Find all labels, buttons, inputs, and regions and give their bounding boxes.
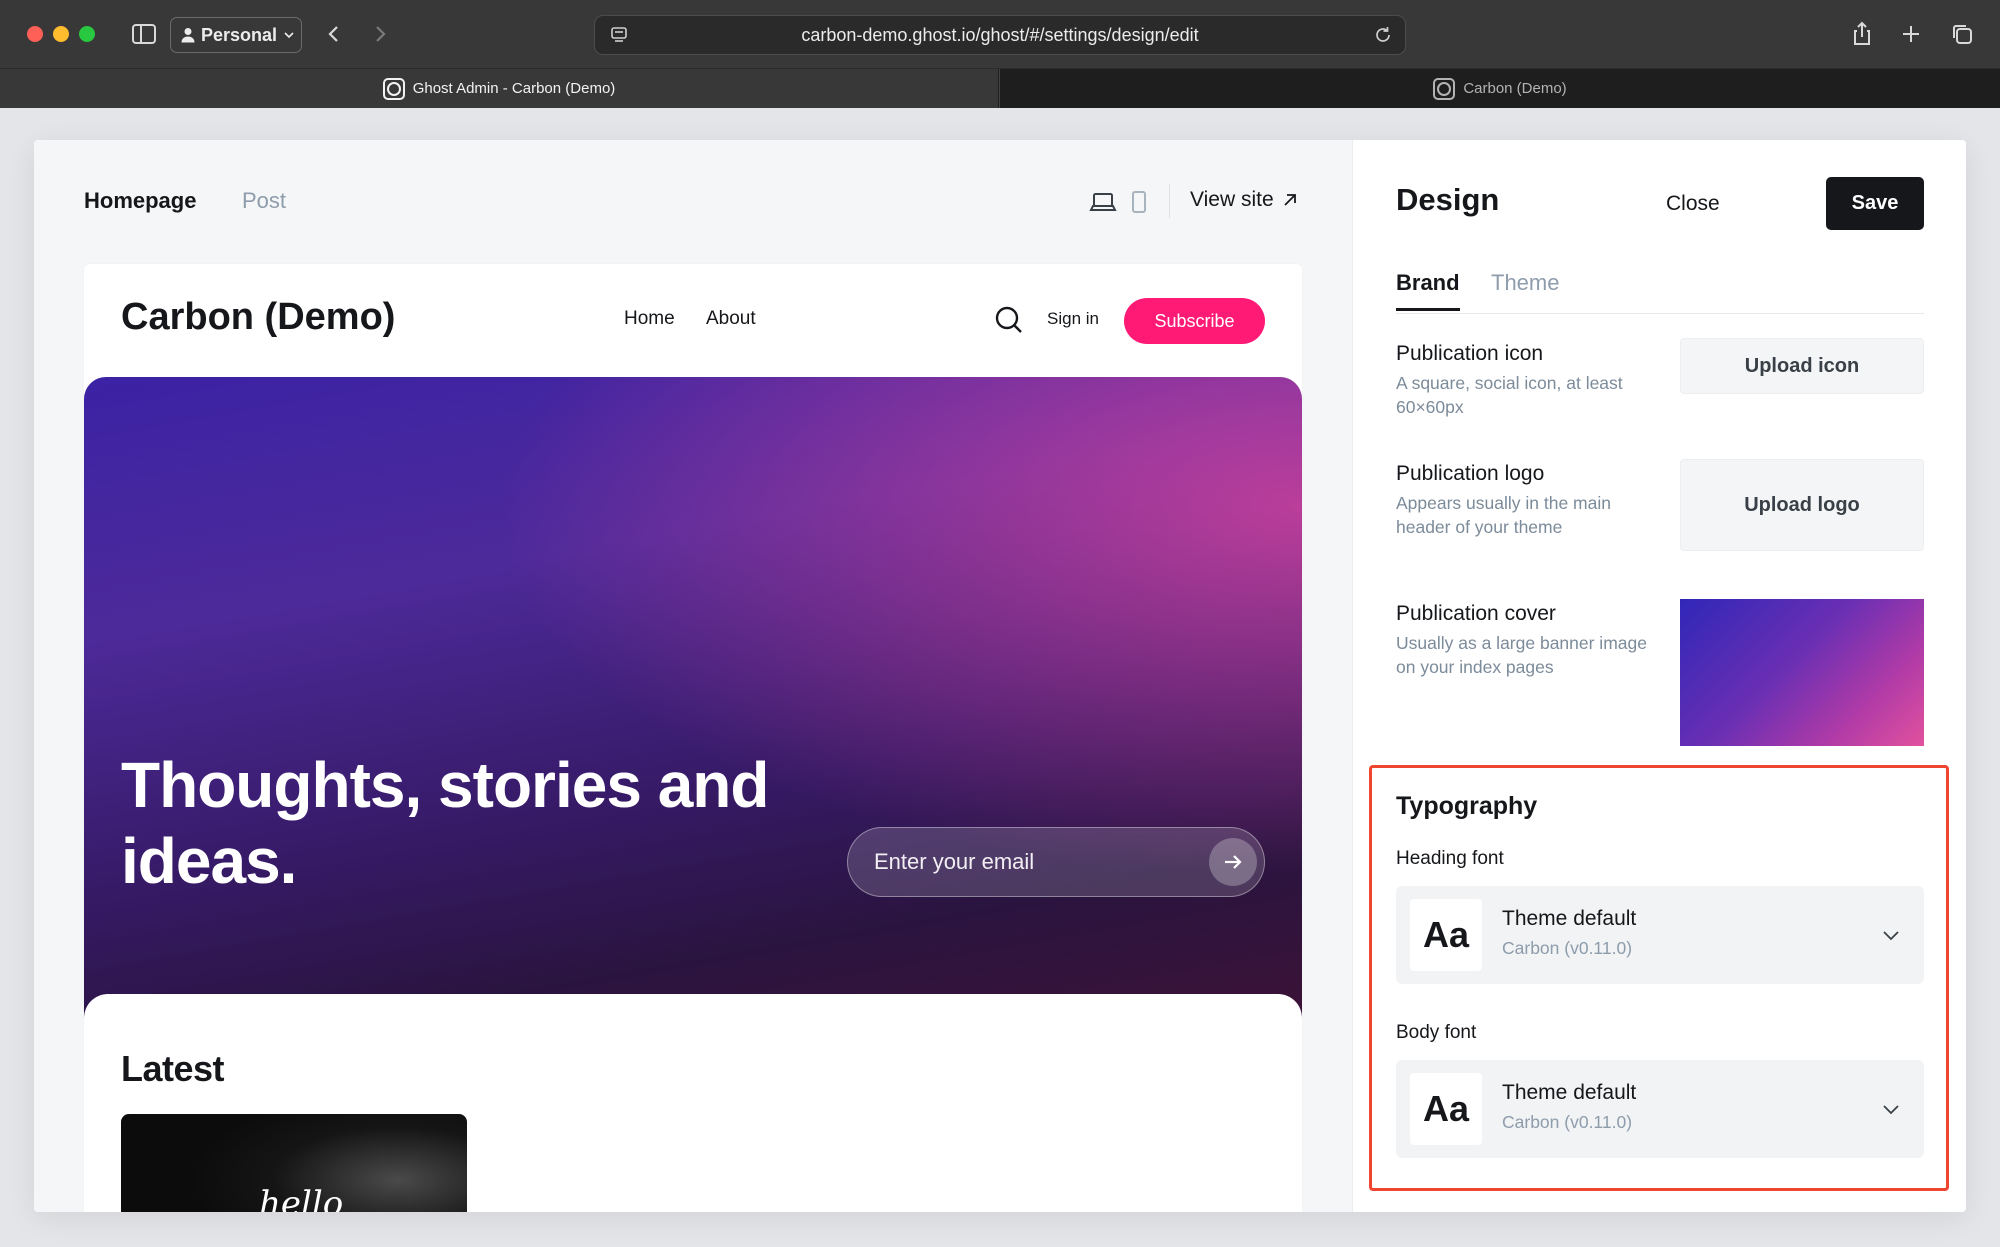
tab-title: Ghost Admin - Carbon (Demo) (412, 80, 616, 97)
view-site-link[interactable]: View site (1190, 188, 1298, 212)
site-title[interactable]: Carbon (Demo) (121, 296, 395, 339)
tab-carbon-demo[interactable]: Carbon (Demo) (999, 69, 2000, 108)
forward-icon[interactable] (366, 20, 394, 48)
ghost-favicon-icon (382, 77, 405, 100)
zoom-window-button[interactable] (79, 26, 95, 42)
share-icon[interactable] (1848, 20, 1876, 48)
search-icon[interactable] (994, 305, 1024, 335)
address-bar[interactable]: carbon-demo.ghost.io/ghost/#/settings/de… (594, 15, 1406, 55)
tab-brand[interactable]: Brand (1396, 270, 1460, 311)
page-settings-icon[interactable] (609, 25, 629, 45)
publication-cover-label: Publication cover (1396, 602, 1556, 625)
ghost-favicon-icon (1433, 77, 1456, 100)
latest-title: Latest (121, 1048, 225, 1089)
hero-banner: Thoughts, stories and ideas. Enter your … (84, 377, 1302, 1027)
tab-theme[interactable]: Theme (1491, 270, 1559, 296)
email-placeholder: Enter your email (874, 849, 1035, 874)
close-button[interactable]: Close (1666, 192, 1720, 216)
preview-tab-homepage[interactable]: Homepage (84, 188, 196, 214)
back-icon[interactable] (320, 20, 348, 48)
typography-highlight-box (1369, 765, 1949, 1191)
profile-button[interactable]: Personal (170, 17, 302, 53)
site-preview-area: Homepage Post View site Carbon (Demo) Ho… (34, 140, 1352, 1212)
publication-cover-desc: Usually as a large banner image on your … (1396, 633, 1647, 677)
site-header: Carbon (Demo) Home About Sign in Subscri… (84, 264, 1302, 377)
hero-title: Thoughts, stories and ideas. (121, 749, 769, 897)
latest-section: Latest hello (84, 994, 1302, 1212)
reload-icon[interactable] (1373, 25, 1393, 45)
email-submit-button[interactable] (1209, 838, 1257, 886)
tab-overview-icon[interactable] (1948, 20, 1976, 48)
new-tab-icon[interactable] (1897, 20, 1925, 48)
sign-in-link[interactable]: Sign in (1047, 309, 1099, 329)
post-card-image[interactable]: hello (121, 1114, 467, 1212)
mobile-preview-icon[interactable] (1125, 188, 1153, 216)
person-icon (181, 28, 195, 43)
publication-icon-label: Publication icon (1396, 342, 1544, 365)
desktop-preview-icon[interactable] (1089, 188, 1117, 216)
chevron-down-icon (284, 32, 294, 39)
browser-toolbar: Personal carbon-demo.ghost.io/ghost/#/se… (0, 0, 2000, 69)
site-preview-frame: Carbon (Demo) Home About Sign in Subscri… (84, 264, 1302, 1212)
browser-tab-bar: Ghost Admin - Carbon (Demo) Carbon (Demo… (0, 69, 2000, 108)
tab-title: Carbon (Demo) (1463, 80, 1567, 97)
publication-icon-desc: A square, social icon, at least 60×60px (1396, 373, 1623, 417)
tab-ghost-admin[interactable]: Ghost Admin - Carbon (Demo) (0, 69, 998, 108)
view-site-label: View site (1190, 188, 1274, 211)
toolbar-divider (1169, 184, 1170, 218)
close-window-button[interactable] (27, 26, 43, 42)
upload-icon-button[interactable]: Upload icon (1680, 338, 1924, 394)
settings-tabs: Brand Theme (1396, 270, 1924, 314)
profile-label: Personal (201, 24, 278, 45)
arrow-right-icon (1225, 855, 1242, 869)
minimize-window-button[interactable] (53, 26, 69, 42)
publication-logo-label: Publication logo (1396, 462, 1545, 485)
email-input[interactable]: Enter your email (847, 827, 1265, 897)
preview-toolbar: Homepage Post View site (34, 140, 1352, 262)
site-nav-about[interactable]: About (706, 308, 756, 330)
post-card-script: hello (259, 1184, 344, 1212)
publication-logo-desc: Appears usually in the main header of yo… (1396, 493, 1611, 537)
publication-cover-image[interactable] (1680, 599, 1924, 746)
url-text: carbon-demo.ghost.io/ghost/#/settings/de… (801, 24, 1199, 45)
sidebar-toggle-icon[interactable] (130, 20, 158, 48)
upload-logo-button[interactable]: Upload logo (1680, 459, 1924, 551)
site-nav-home[interactable]: Home (624, 308, 675, 330)
save-button[interactable]: Save (1826, 177, 1924, 230)
external-arrow-icon (1284, 194, 1296, 206)
subscribe-button[interactable]: Subscribe (1124, 298, 1265, 344)
design-title: Design (1396, 182, 1500, 217)
preview-tab-post[interactable]: Post (242, 188, 286, 214)
